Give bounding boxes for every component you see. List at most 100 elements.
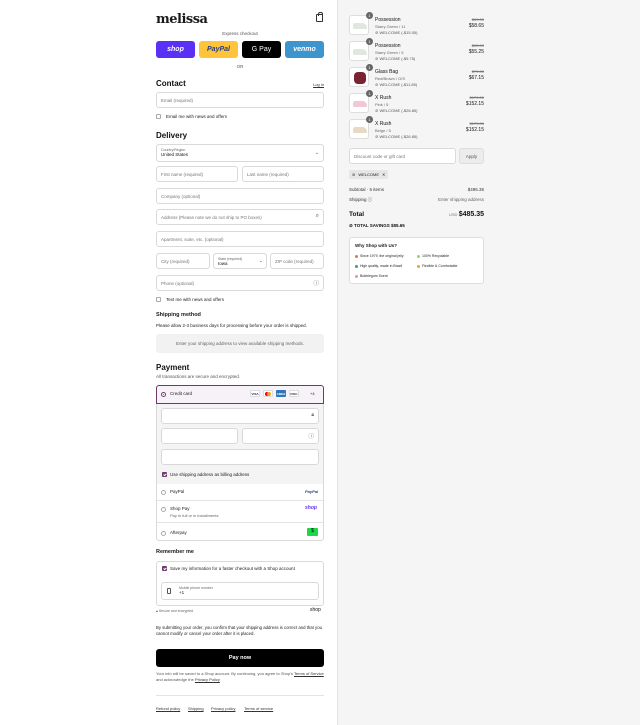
product-image [349,15,369,35]
privacy-link[interactable]: Privacy Policy [195,677,220,682]
subtotal-label: Subtotal · 5 items [349,187,385,192]
savings-label: TOTAL SAVINGS [354,223,390,228]
cart-bag-icon[interactable] [316,12,323,22]
search-icon: ⌕ [315,213,319,219]
login-link[interactable]: Log in [313,82,324,87]
phone-placeholder: Phone (optional) [161,280,195,286]
why-title: Why Shop with Us? [355,243,397,248]
item-name: X Rush [375,95,392,101]
cart-item: 1 Possession Starry Green / 11 ⊘ WELCOME… [349,12,484,39]
zip-field[interactable]: ZIP code (required) [270,253,324,269]
chevron-down-icon: ⌄ [314,150,319,156]
credit-card-radio[interactable] [161,392,166,397]
privacy-policy-link[interactable]: Privacy policy [211,706,235,711]
help-icon[interactable]: ⓘ [308,432,314,440]
address-placeholder: Address (Please note we do not ship to P… [161,214,262,220]
cvv-field[interactable]: ⓘ [242,428,319,444]
total-savings: ⊘ TOTAL SAVINGS $85.65 [349,223,405,229]
country-select[interactable]: Country/Region United States ⌄ [156,144,324,162]
paypal-radio[interactable] [161,490,166,495]
pay-now-button[interactable]: Pay now [156,649,324,667]
item-price: $55.25 [468,49,484,55]
state-select[interactable]: State (required) Iowa ⌄ [213,253,267,269]
item-old-price: $69.00 [471,17,484,22]
shop-info-text: Your info will be saved to a Shop accoun… [156,671,324,683]
subtotal-row: Subtotal · 5 items $495.35 [349,187,484,192]
news-checkbox[interactable] [156,114,161,119]
expiry-field[interactable] [161,428,238,444]
item-name: X Rush [375,121,392,127]
shipping-row: Shipping ⓘ Enter shipping address [349,197,484,203]
shipping-link[interactable]: Shipping [188,706,204,711]
item-variant: Starry Green / 5 [375,50,404,55]
shoppay-label: Shop Pay [170,506,190,511]
why-item: Since 1979, the original jelly [355,254,404,258]
apartment-field[interactable]: Apartment, suite, etc. (optional) [156,231,324,247]
paypal-button[interactable]: PayPal [199,41,238,58]
savings-value: $85.65 [390,223,405,228]
item-discount: ⊘ WELCOME (-$15.05) [375,30,418,35]
help-icon[interactable]: ⓘ [313,279,319,287]
more-cards-label: +4 [310,391,315,396]
item-price: $152.15 [465,127,484,133]
tag-icon: ⊘ [349,223,353,228]
help-icon[interactable]: ⓘ [368,197,373,202]
item-discount: ⊘ WELCOME (-$26.85) [375,108,418,113]
shoppay-radio[interactable] [161,507,166,512]
text-news-checkbox[interactable] [156,297,161,302]
secure-label: Secure and encrypted [158,609,194,613]
company-field[interactable]: Company (optional) [156,188,324,204]
cart-item: 1 X Rush Beige / 5 ⊘ WELCOME (-$26.85) $… [349,116,484,143]
discount-tag-label: WELCOME [358,172,380,177]
item-name: Possession [375,17,401,23]
city-field[interactable]: City (required) [156,253,210,269]
or-divider: OR [236,64,244,69]
card-number-field[interactable]: 🔒︎ [161,408,319,424]
divider [157,500,323,501]
paypal-label: PayPal [170,489,185,494]
mobile-phone-field[interactable]: Mobile phone number +1 [161,582,319,600]
item-price: $58.65 [468,23,484,29]
item-discount: ⊘ WELCOME (-$26.85) [375,134,418,139]
google-pay-button[interactable]: G Pay [242,41,281,58]
afterpay-label: Afterpay [170,530,187,535]
terms-of-service-link[interactable]: Terms of service [244,706,273,711]
save-info-checkbox[interactable] [162,566,167,571]
amber-dot-icon [417,264,420,268]
terms-link[interactable]: Terms of Service [294,671,324,676]
email-field[interactable]: Email (required) [156,92,324,108]
contact-heading: Contact [156,79,186,88]
shop-info-1: Your info will be saved to a Shop accoun… [156,671,293,676]
discover-logo: DISC [289,390,299,397]
billing-checkbox[interactable] [162,472,167,477]
text-news-label: Text me with news and offers [166,297,224,302]
item-name: Glass Bag [375,69,399,75]
item-old-price: $65.00 [471,43,484,48]
discount-code-field[interactable]: Discount code or gift card [349,148,456,164]
phone-field[interactable]: Phone (optional) ⓘ [156,275,324,291]
payment-heading: Payment [156,363,190,372]
cart-item: 1 X Rush Pink / 5 ⊘ WELCOME (-$26.85) $1… [349,90,484,117]
chevron-down-icon: ⌄ [258,258,263,264]
afterpay-radio[interactable] [161,531,166,536]
close-icon[interactable]: ✕ [382,172,385,177]
green-dot-icon [417,254,420,258]
mobile-phone-value: +1 [179,590,185,595]
last-name-field[interactable]: Last name (required) [242,166,324,182]
subtotal-value: $495.35 [467,187,484,192]
shoppay-subtitle: Pay in full or in installments [170,513,219,518]
quantity-badge: 1 [366,90,373,97]
shipping-heading: Shipping method [156,312,201,318]
item-old-price: $79.00 [471,69,484,74]
name-on-card-field[interactable] [161,449,319,465]
brand-logo[interactable]: melissa [156,12,208,27]
quantity-badge: 1 [366,38,373,45]
first-name-field[interactable]: First name (required) [156,166,238,182]
refund-policy-link[interactable]: Refund policy [156,706,180,711]
shop-pay-button[interactable]: shop [156,41,195,58]
item-variant: Pink / 5 [375,102,389,107]
venmo-button[interactable]: venmo [285,41,324,58]
address-field[interactable]: Address (Please note we do not ship to P… [156,209,324,225]
apply-button[interactable]: Apply [459,148,484,164]
item-variant: Beige / 5 [375,128,391,133]
